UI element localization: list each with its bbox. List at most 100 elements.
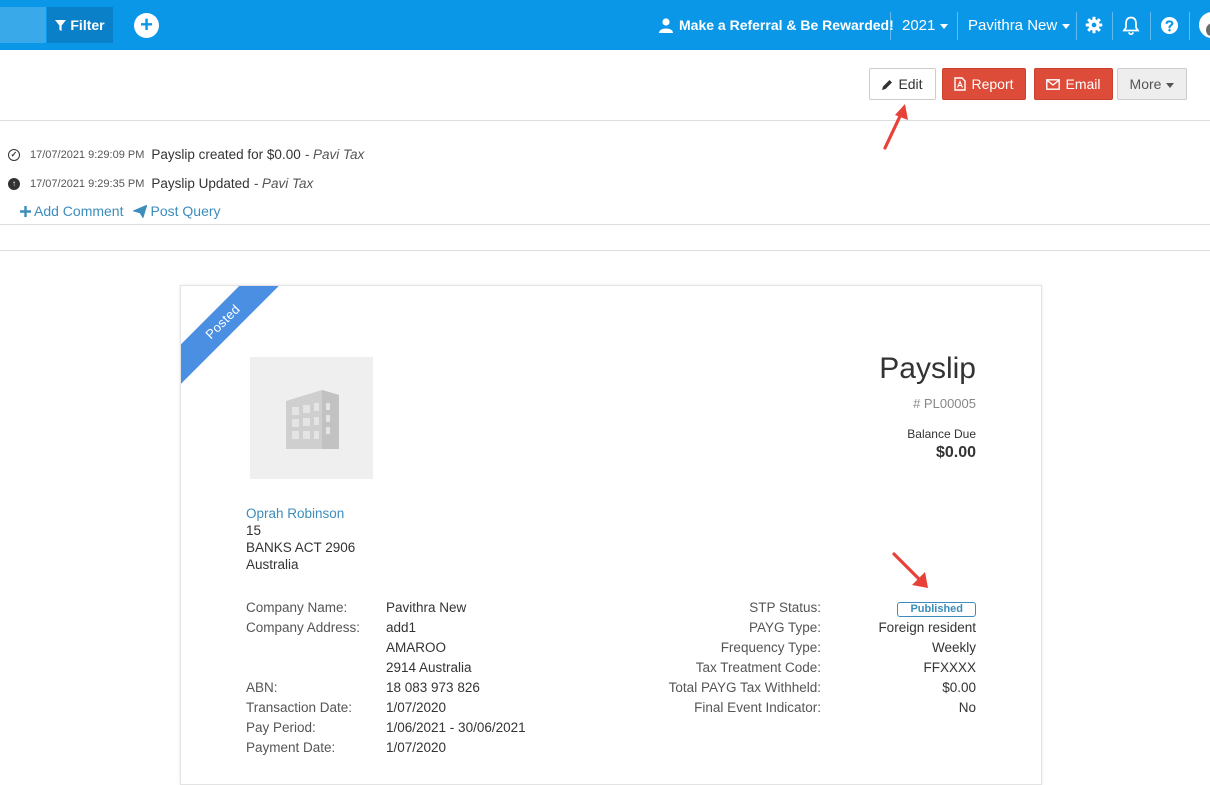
divider [1189, 12, 1190, 40]
divider [890, 12, 891, 40]
detail-value: AMAROO [386, 640, 447, 655]
stp-label: Total PAYG Tax Withheld: [668, 680, 821, 695]
detail-label: ABN: [246, 680, 278, 695]
company-name: Pavithra New [968, 16, 1058, 34]
stp-details: STP Status: Published PAYG Type: Foreign r… [651, 598, 976, 718]
detail-label: Company Address: [246, 620, 361, 635]
employee-name-link[interactable]: Oprah Robinson [246, 505, 355, 522]
top-navbar: Filter + Make a Referral & Be Rewarded! … [0, 0, 1210, 50]
activity-timestamp: 17/07/2021 9:29:35 PM [30, 177, 145, 190]
filter-icon [55, 19, 67, 31]
page-title: Payslip [879, 352, 976, 385]
arrow-up-circle-icon: ↑ [8, 177, 20, 190]
detail-row: Payment Date: 1/07/2020 [246, 738, 526, 758]
stp-label: Tax Treatment Code: [695, 660, 821, 675]
stp-label: STP Status: [749, 600, 821, 615]
stp-row: Total PAYG Tax Withheld: $0.00 [651, 678, 976, 698]
help-icon[interactable] [1158, 14, 1180, 36]
balance-due-label: Balance Due [907, 427, 976, 441]
email-button[interactable]: Email [1034, 68, 1113, 100]
stp-value: FFXXXX [923, 660, 976, 675]
divider [0, 224, 1210, 225]
activity-message: Payslip created for $0.00 [151, 147, 301, 162]
stp-label: Frequency Type: [720, 640, 821, 655]
detail-label [246, 658, 386, 678]
user-icon [659, 17, 673, 33]
annotation-arrow-icon [883, 104, 908, 150]
filter-label: Filter [70, 17, 105, 33]
chevron-down-icon [1166, 82, 1175, 88]
chevron-down-icon [940, 23, 949, 29]
edit-button[interactable]: Edit [869, 68, 936, 100]
email-label: Email [1065, 76, 1101, 92]
detail-row: 2914 Australia [246, 658, 526, 678]
address-line: Australia [246, 557, 299, 572]
detail-value: add1 [386, 620, 417, 635]
detail-label: Transaction Date: [246, 700, 353, 715]
report-button[interactable]: Report [942, 68, 1026, 100]
year-label: 2021 [902, 16, 936, 34]
filter-button[interactable]: Filter [47, 7, 113, 43]
company-logo-placeholder [250, 357, 373, 479]
divider [957, 12, 958, 40]
post-query-label: Post Query [150, 203, 221, 219]
stp-value: $0.00 [942, 680, 976, 695]
address-line: 15 [246, 523, 262, 538]
detail-row: ABN: 18 083 973 826 [246, 678, 526, 698]
detail-value: 1/07/2020 [386, 740, 447, 755]
pencil-icon [882, 79, 893, 90]
stp-value: Weekly [931, 640, 976, 655]
stp-value: No [958, 700, 976, 715]
balance-due-value: $0.00 [935, 444, 976, 461]
chevron-down-icon [1062, 23, 1071, 29]
payslip-document: Posted Payslip # PL00005 Balance Due $0.… [180, 285, 1042, 785]
more-dropdown-button[interactable]: More [1117, 68, 1187, 100]
detail-value: 2914 Australia [386, 660, 472, 675]
status-badge: Published [897, 602, 976, 617]
edit-label: Edit [898, 76, 923, 92]
gear-icon[interactable] [1083, 14, 1105, 36]
stp-label: PAYG Type: [748, 620, 821, 635]
year-dropdown[interactable]: 2021 [902, 0, 949, 50]
activity-author: - Pavi Tax [253, 176, 314, 191]
referral-link[interactable]: Make a Referral & Be Rewarded! [659, 0, 894, 50]
address-line: BANKS ACT 2906 [246, 540, 356, 555]
detail-row: Company Address: add1 [246, 618, 526, 638]
detail-value: Pavithra New [386, 600, 467, 615]
divider [0, 250, 1210, 251]
activity-actions: Add Comment Post Query [20, 203, 221, 219]
plus-icon [20, 205, 31, 217]
activity-timestamp: 17/07/2021 9:29:09 PM [30, 148, 145, 161]
detail-row: AMAROO [246, 638, 526, 658]
avatar[interactable] [1199, 12, 1210, 38]
bell-icon[interactable] [1120, 14, 1142, 36]
divider [0, 120, 1210, 121]
check-circle-icon: ✓ [8, 148, 20, 161]
paper-plane-icon [133, 204, 148, 218]
add-new-button[interactable]: + [134, 13, 159, 38]
stp-row: Final Event Indicator: No [651, 698, 976, 718]
detail-label [246, 638, 386, 658]
activity-message: Payslip Updated [151, 176, 250, 191]
stp-row: STP Status: Published [651, 598, 976, 618]
employee-address: Oprah Robinson 15 BANKS ACT 2906 Austral… [246, 505, 355, 573]
sidebar-toggle[interactable] [0, 7, 46, 43]
payslip-number: # PL00005 [913, 396, 976, 411]
divider [1150, 12, 1151, 40]
detail-row: Company Name: Pavithra New [246, 598, 526, 618]
divider [1112, 12, 1113, 40]
stp-row: PAYG Type: Foreign resident [651, 618, 976, 638]
add-comment-label: Add Comment [34, 203, 124, 219]
stp-row: Frequency Type: Weekly [651, 638, 976, 658]
building-icon [286, 390, 339, 449]
envelope-icon [1046, 78, 1061, 90]
post-query-link[interactable]: Post Query [133, 203, 221, 219]
report-label: Report [971, 76, 1014, 92]
detail-value: 1/06/2021 - 30/06/2021 [386, 720, 526, 735]
company-dropdown[interactable]: Pavithra New [968, 0, 1071, 50]
add-comment-link[interactable]: Add Comment [20, 203, 123, 219]
divider [1076, 12, 1077, 40]
referral-text: Make a Referral & Be Rewarded! [679, 17, 894, 33]
detail-value: 18 083 973 826 [386, 680, 480, 695]
more-label: More [1129, 76, 1162, 92]
